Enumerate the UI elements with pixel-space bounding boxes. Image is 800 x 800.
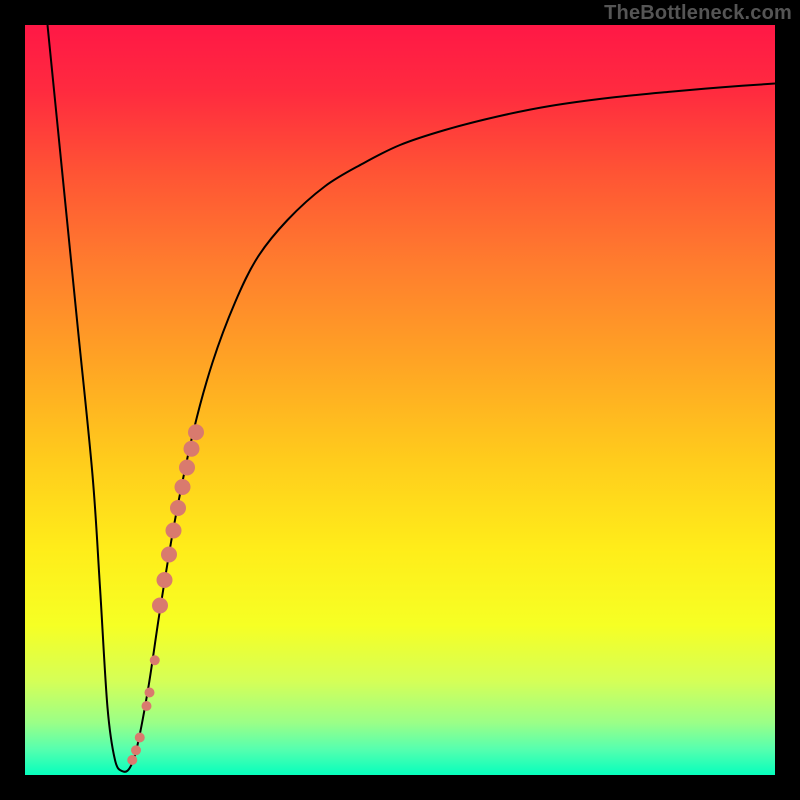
highlight-dot [152, 598, 168, 614]
highlight-dot [188, 424, 204, 440]
plot-area [25, 25, 775, 775]
highlight-dot [157, 572, 173, 588]
highlight-dot [161, 547, 177, 563]
highlight-dot [131, 745, 141, 755]
highlight-dot [127, 755, 137, 765]
gradient-background [25, 25, 775, 775]
chart-frame: TheBottleneck.com [0, 0, 800, 800]
highlight-dot [166, 523, 182, 539]
highlight-dot [135, 733, 145, 743]
highlight-dot [175, 479, 191, 495]
highlight-dot [142, 701, 152, 711]
plot-svg [25, 25, 775, 775]
highlight-dot [184, 441, 200, 457]
highlight-dot [150, 655, 160, 665]
highlight-dot [170, 500, 186, 516]
highlight-dot [179, 460, 195, 476]
highlight-dot [145, 688, 155, 698]
watermark-label: TheBottleneck.com [604, 2, 792, 25]
